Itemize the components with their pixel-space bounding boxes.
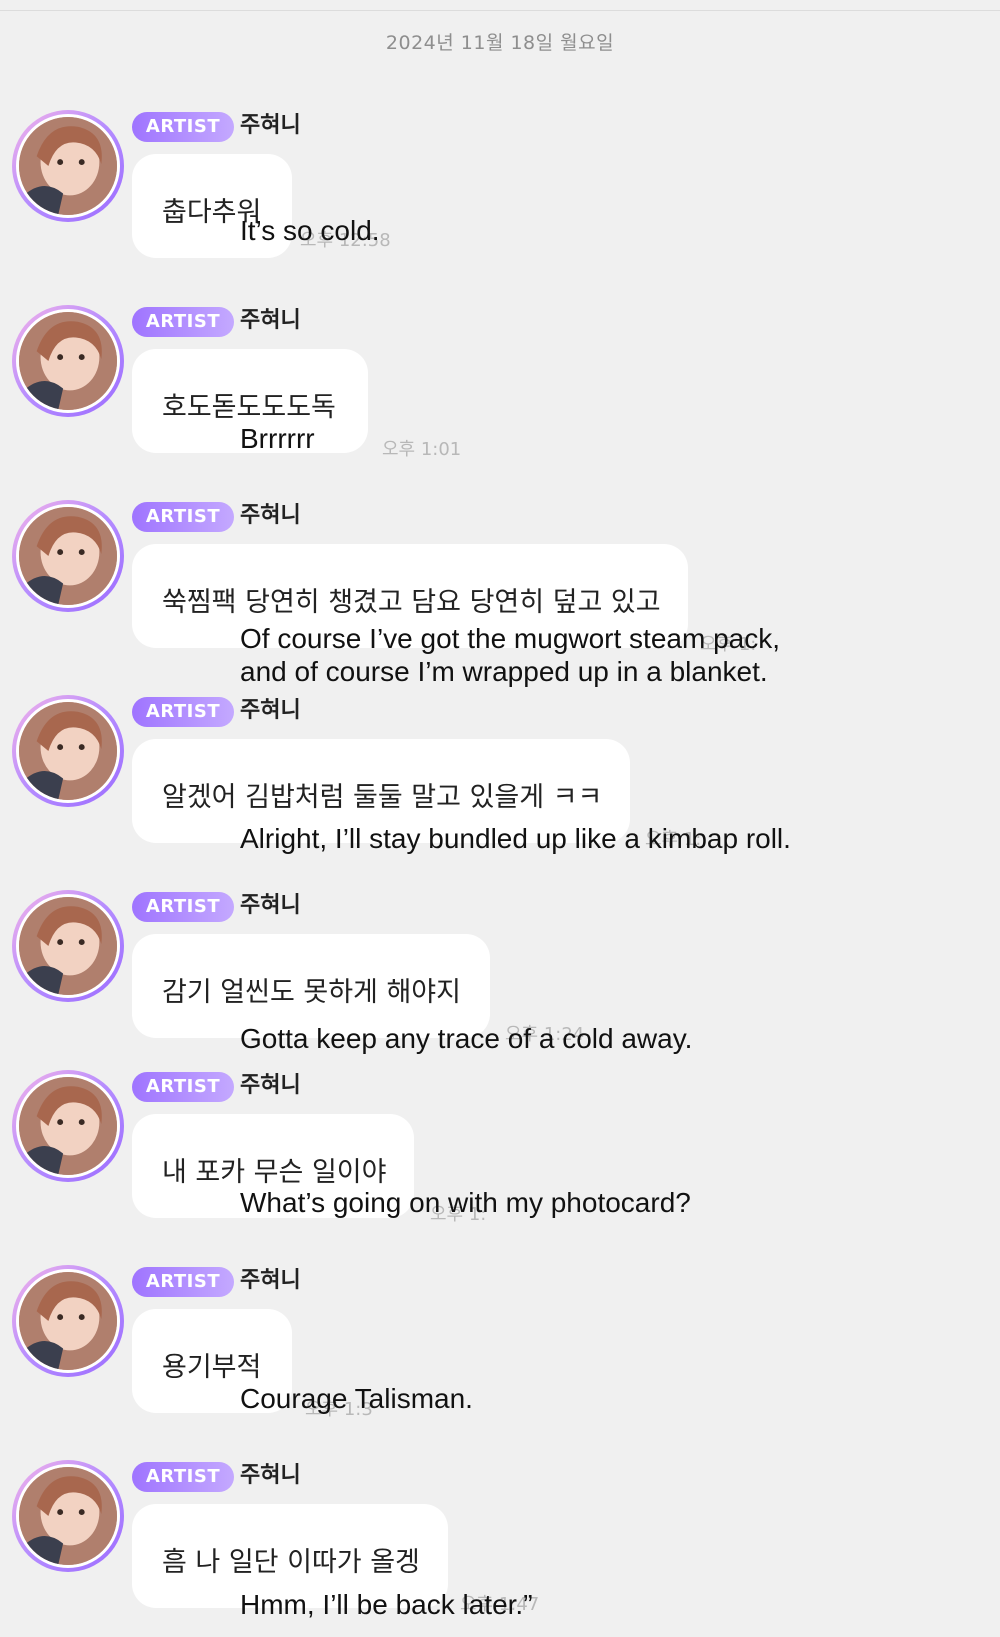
message-text: 알겠어 김밥처럼 둘둘 말고 있을게 ㅋㅋ bbox=[162, 782, 603, 813]
avatar[interactable] bbox=[12, 305, 124, 417]
translation-text: Hmm, I’ll be back later.” bbox=[240, 1589, 533, 1620]
sender-name: 주혀니 bbox=[240, 1073, 301, 1098]
artist-badge: ARTIST bbox=[132, 502, 234, 532]
message-text: 내 포카 무슨 일이야 bbox=[162, 1157, 387, 1188]
avatar[interactable] bbox=[12, 500, 124, 612]
sender-name: 주혀니 bbox=[240, 893, 301, 918]
avatar-photo bbox=[16, 699, 120, 803]
top-divider bbox=[0, 10, 1000, 11]
avatar-photo bbox=[16, 1464, 120, 1568]
message-text: 쑥찜팩 당연히 챙겼고 담요 당연히 덮고 있고 bbox=[162, 587, 661, 618]
artist-badge: ARTIST bbox=[132, 1072, 234, 1102]
avatar-photo bbox=[16, 504, 120, 608]
avatar-photo bbox=[16, 114, 120, 218]
sender-name: 주혀니 bbox=[240, 503, 301, 528]
artist-badge: ARTIST bbox=[132, 1462, 234, 1492]
message-text: 호도돋도도도독 bbox=[162, 392, 336, 423]
artist-badge: ARTIST bbox=[132, 307, 234, 337]
avatar[interactable] bbox=[12, 1070, 124, 1182]
translation-text: Brrrrrr bbox=[240, 423, 315, 454]
date-header: 2024년 11월 18일 월요일 bbox=[385, 32, 615, 54]
message-time: 오후 1:01 bbox=[382, 439, 462, 460]
avatar[interactable] bbox=[12, 110, 124, 222]
translation-text: and of course I’m wrapped up in a blanke… bbox=[240, 656, 768, 687]
avatar-photo bbox=[16, 1074, 120, 1178]
sender-name: 주혀니 bbox=[240, 113, 301, 138]
avatar-photo bbox=[16, 309, 120, 413]
translation-text: It’s so cold. bbox=[240, 215, 380, 246]
message-text: 흠 나 일단 이따가 올겡 bbox=[162, 1547, 420, 1578]
translation-text: Courage Talisman. bbox=[240, 1383, 473, 1414]
artist-badge: ARTIST bbox=[132, 112, 234, 142]
sender-name: 주혀니 bbox=[240, 698, 301, 723]
message-text: 감기 얼씬도 못하게 해야지 bbox=[162, 977, 461, 1008]
translation-text: Gotta keep any trace of a cold away. bbox=[240, 1023, 693, 1054]
artist-badge: ARTIST bbox=[132, 1267, 234, 1297]
avatar-photo bbox=[16, 894, 120, 998]
artist-badge: ARTIST bbox=[132, 697, 234, 727]
translation-text: Of course I’ve got the mugwort steam pac… bbox=[240, 623, 781, 654]
avatar-photo bbox=[16, 1269, 120, 1373]
avatar[interactable] bbox=[12, 1460, 124, 1572]
message-text: 용기부적 bbox=[162, 1352, 262, 1383]
avatar[interactable] bbox=[12, 695, 124, 807]
sender-name: 주혀니 bbox=[240, 1463, 301, 1488]
avatar[interactable] bbox=[12, 890, 124, 1002]
sender-name: 주혀니 bbox=[240, 308, 301, 333]
sender-name: 주혀니 bbox=[240, 1268, 301, 1293]
translation-text: What’s going on with my photocard? bbox=[240, 1187, 691, 1218]
translation-text: Alright, I’ll stay bundled up like a kim… bbox=[240, 823, 791, 854]
avatar[interactable] bbox=[12, 1265, 124, 1377]
artist-badge: ARTIST bbox=[132, 892, 234, 922]
